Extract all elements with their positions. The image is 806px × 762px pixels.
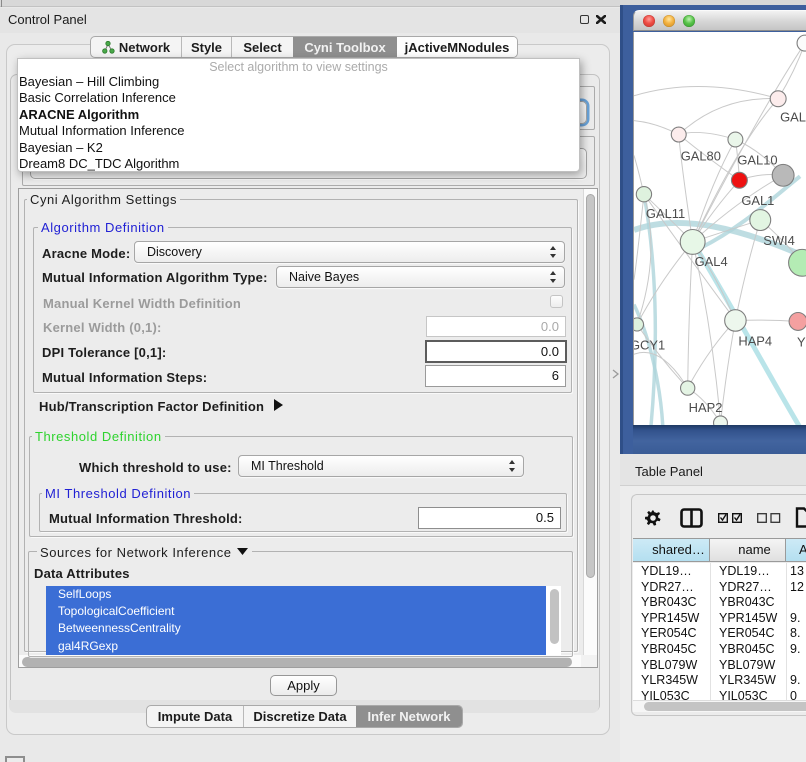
svg-text:HAP4: HAP4 xyxy=(738,333,772,348)
svg-text:GAL4: GAL4 xyxy=(695,254,728,269)
svg-text:GAL1: GAL1 xyxy=(741,193,774,208)
svg-text:GAL80: GAL80 xyxy=(681,148,721,163)
svg-text:GCY1: GCY1 xyxy=(633,337,665,352)
svg-text:HAP2: HAP2 xyxy=(689,400,723,415)
svg-text:GAL10: GAL10 xyxy=(737,152,777,167)
svg-text:GAL: GAL xyxy=(780,110,806,125)
svg-text:Y: Y xyxy=(797,334,806,349)
svg-text:SWI4: SWI4 xyxy=(763,233,795,248)
svg-text:GAL11: GAL11 xyxy=(646,206,685,221)
